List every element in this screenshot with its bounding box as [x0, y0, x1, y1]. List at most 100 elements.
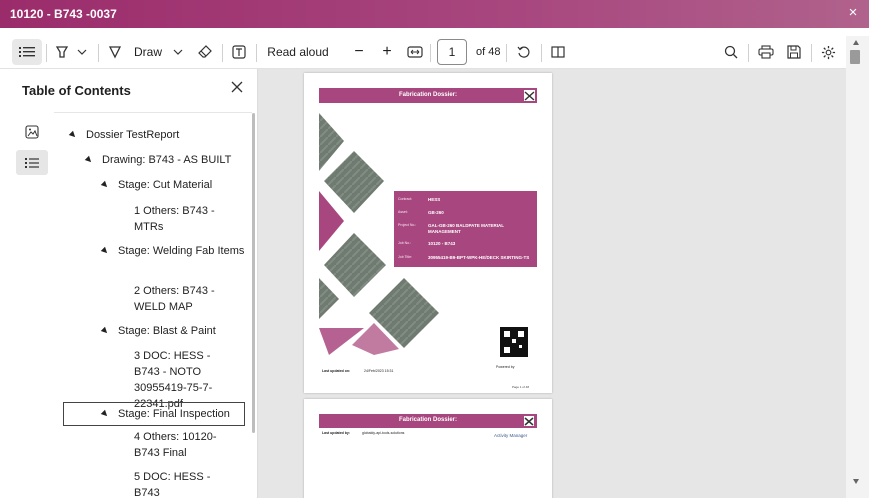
toolbar-separator	[46, 44, 47, 62]
settings-button[interactable]	[817, 39, 839, 65]
cover-field-label: Job No.:	[398, 241, 412, 245]
scroll-down-arrow[interactable]	[853, 479, 859, 484]
rotate-icon	[517, 46, 530, 58]
print-icon	[758, 45, 774, 59]
cover-field-value: 30955419-B9-BPT-WPK-HE/DECK SKIRTING-TS	[428, 255, 530, 260]
highlight-button[interactable]	[52, 39, 72, 65]
expand-triangle-icon[interactable]	[84, 155, 94, 165]
cover-field-value: 10120 - B743	[428, 241, 456, 246]
fit-page-button[interactable]	[404, 39, 426, 65]
toolbar-separator	[541, 44, 542, 62]
fit-page-icon	[407, 46, 423, 58]
highlight-dropdown-button[interactable]	[74, 39, 90, 65]
expand-triangle-icon[interactable]	[100, 246, 110, 256]
toc-item-label: Stage: Blast & Paint	[118, 325, 216, 337]
toc-item-label: Drawing: B743 - AS BUILT	[102, 154, 232, 166]
toolbar-separator	[748, 44, 749, 62]
image-icon	[25, 124, 39, 139]
erase-button[interactable]	[194, 39, 216, 65]
pdf-toolbar: Draw Read aloud − + 1 of 48	[0, 36, 869, 69]
toc-item-label: 1 Others: B743 - MTRs	[134, 205, 215, 233]
close-icon	[231, 81, 243, 93]
print-button[interactable]	[755, 39, 777, 65]
toc-tree: Dossier TestReport Drawing: B743 - AS BUI…	[54, 112, 252, 498]
text-box-icon	[232, 45, 246, 59]
cover-field-value: GB-260	[428, 210, 444, 215]
toc-item-label: Stage: Cut Material	[118, 179, 213, 191]
page-header-title: Fabrication Dossier:	[398, 417, 457, 423]
toc-item-label: 5 DOC: HESS - B743	[134, 471, 211, 498]
expand-triangle-icon[interactable]	[100, 180, 110, 190]
cover-field-label: Contract:	[398, 197, 413, 201]
toc-item-label: Stage: Final Inspection	[118, 408, 230, 420]
contents-list-button[interactable]	[12, 39, 42, 65]
highlighter-icon	[55, 46, 69, 58]
save-icon	[787, 45, 801, 59]
page-number-input[interactable]: 1	[437, 39, 467, 65]
draw-dropdown-button[interactable]	[170, 39, 186, 65]
read-aloud-button[interactable]: Read aloud	[264, 39, 332, 65]
last-updated-value: 24/Feb/2023 15:31	[364, 369, 394, 373]
window-title-bar: 10120 - B743 -0037 ×	[0, 0, 869, 28]
eraser-icon	[198, 45, 212, 58]
list-icon	[25, 157, 39, 168]
thumbnails-button[interactable]	[16, 119, 48, 144]
page-view-icon	[551, 46, 565, 58]
page-header-graphic	[319, 414, 537, 428]
pdf-page: Fabrication Dossier: Last updated by: gl…	[304, 399, 552, 498]
toc-item[interactable]: Stage: Final Inspection	[63, 402, 245, 426]
text-box-button[interactable]	[228, 39, 250, 65]
pen-icon	[108, 46, 122, 59]
pdf-page: Fabrication Dossier: Contract: HESS Asset:…	[304, 73, 552, 393]
toc-item-label: Dossier TestReport	[86, 129, 180, 141]
outline-button[interactable]	[16, 150, 48, 175]
toolbar-separator	[506, 44, 507, 62]
toc-title: Table of Contents	[22, 83, 131, 98]
read-aloud-label: Read aloud	[267, 45, 329, 59]
expand-triangle-icon[interactable]	[100, 326, 110, 336]
scroll-thumb[interactable]	[850, 50, 860, 64]
close-toc-button[interactable]	[230, 80, 246, 96]
chevron-down-icon	[173, 49, 183, 55]
draw-button[interactable]: Draw	[108, 39, 164, 65]
toolbar-separator	[256, 44, 257, 62]
last-updated-label: Last updated by:	[322, 431, 351, 435]
draw-label: Draw	[134, 45, 163, 59]
powered-by: Powered by	[496, 365, 515, 369]
toolbar-separator	[98, 44, 99, 62]
cover-field-label: Asset:	[398, 210, 408, 214]
brand-label: Activity Manager	[494, 433, 528, 438]
toc-item-label: Stage: Welding Fab Items	[118, 245, 245, 257]
cover-field-label: Project No.:	[398, 223, 417, 227]
toc-item-label: 2 Others: B743 - WELD MAP	[134, 285, 215, 313]
toc-scrollbar[interactable]	[252, 113, 255, 433]
page-total: of 48	[476, 46, 501, 58]
page-view-button[interactable]	[547, 39, 569, 65]
document-viewer[interactable]: Fabrication Dossier: Contract: HESS Asset:…	[258, 69, 846, 498]
contents-list-icon	[19, 47, 35, 57]
save-button[interactable]	[783, 39, 805, 65]
toolbar-separator	[430, 44, 431, 62]
table-of-contents-pane: Table of Contents Dossier TestReport Draw…	[10, 69, 258, 498]
zoom-in-button[interactable]: +	[376, 39, 398, 65]
expand-triangle-icon[interactable]	[100, 409, 110, 419]
zoom-out-button[interactable]: −	[348, 39, 370, 65]
expand-triangle-icon[interactable]	[68, 130, 78, 140]
search-button[interactable]	[720, 39, 742, 65]
cover-field-label: Job Title:	[398, 255, 413, 259]
gear-icon	[821, 45, 835, 59]
scroll-up-arrow[interactable]	[853, 40, 859, 45]
cover-field-value: GAL-GB-260 BALDPATE MATERIAL MANAGEMENT	[428, 223, 504, 234]
last-updated-value: globaldy-api-tools-solutions	[362, 431, 405, 435]
cover-field-value: HESS	[428, 197, 441, 202]
document-scrollbar[interactable]	[846, 36, 869, 498]
chevron-down-icon	[77, 49, 87, 55]
window-title: 10120 - B743 -0037	[10, 7, 117, 21]
search-icon	[724, 45, 738, 59]
toolbar-separator	[222, 44, 223, 62]
page-header-title: Fabrication Dossier:	[398, 92, 457, 98]
rotate-button[interactable]	[513, 39, 535, 65]
last-updated-label: Last updated on:	[322, 369, 351, 373]
close-window-button[interactable]: ×	[845, 4, 861, 22]
toolbar-separator	[811, 44, 812, 62]
